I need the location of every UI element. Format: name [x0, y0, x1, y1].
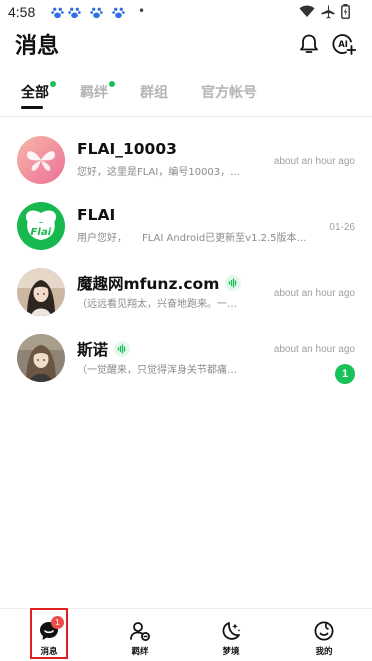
- active-tab-underline: [21, 106, 43, 109]
- voice-wave-icon: [117, 344, 126, 354]
- anime-girl-avatar: [17, 268, 65, 316]
- tab-official-accounts-label: 官方帐号: [201, 85, 257, 101]
- conversation-item[interactable]: Fl ai FLAI 用户您好， FLAI Android已更新至v1.2.5版…: [0, 202, 372, 266]
- avatar: [17, 136, 65, 184]
- conversation-time: about an hour ago: [273, 156, 355, 167]
- add-ai-button[interactable]: AI: [332, 32, 356, 56]
- battery-icon: [341, 4, 350, 19]
- nav-profile[interactable]: 我的: [294, 609, 354, 661]
- page-title: 消息: [15, 34, 60, 59]
- selected-nav-highlight: [30, 608, 68, 659]
- conversation-time: 01-26: [329, 222, 355, 233]
- conversation-name: 斯诺: [77, 338, 131, 360]
- status-bar: 4:58 •: [0, 0, 372, 26]
- conversation-time: about an hour ago: [273, 344, 355, 355]
- conversation-item[interactable]: 斯诺 （一觉醒来，只觉得浑身关节都痛… about an hour ago 1: [0, 334, 372, 398]
- status-time: 4:58: [8, 4, 36, 20]
- paw-icon: [51, 7, 64, 19]
- svg-text:Fl: Fl: [31, 227, 42, 238]
- conversation-preview: （远远看见翔太，兴奋地跑来。一…: [77, 299, 237, 310]
- airplane-icon: [321, 5, 335, 18]
- voice-wave-icon: [229, 278, 237, 288]
- divider: [0, 116, 372, 117]
- status-dot: •: [138, 4, 146, 18]
- ai-add-icon: AI: [332, 34, 356, 55]
- paw-icon: [90, 7, 103, 19]
- conversation-item[interactable]: FLAI_10003 您好，这里是FLAI，编号10003，… about an…: [0, 136, 372, 200]
- nav-bonds-label: 羁绊: [131, 647, 149, 657]
- pink-butterfly-avatar: [17, 136, 65, 184]
- svg-text:ai: ai: [41, 227, 52, 238]
- bell-icon: [300, 34, 318, 53]
- nav-dreams[interactable]: 梦境: [201, 609, 261, 661]
- anime-girl-avatar-2: [17, 334, 65, 382]
- conversation-time: about an hour ago: [273, 288, 355, 299]
- conversation-preview: （一觉醒来，只觉得浑身关节都痛…: [77, 365, 237, 376]
- unread-count-badge: 1: [335, 364, 355, 384]
- nav-dreams-label: 梦境: [222, 647, 240, 657]
- paw-icon: [112, 7, 125, 19]
- tab-bonds-label: 羁绊: [80, 85, 108, 101]
- tab-all[interactable]: 全部: [21, 81, 56, 102]
- avatar: Fl ai: [17, 202, 65, 250]
- avatar: [17, 268, 65, 316]
- conversation-preview: 用户您好， FLAI Android已更新至v1.2.5版本…: [77, 233, 307, 244]
- moon-stars-icon: [222, 622, 241, 640]
- conversation-name: 魔趣网mfunz.com: [77, 272, 242, 294]
- tab-groups[interactable]: 群组: [140, 82, 168, 102]
- profile-circle-icon: [314, 621, 334, 641]
- new-indicator-dot: [109, 81, 115, 87]
- tab-bonds[interactable]: 羁绊: [80, 81, 115, 102]
- notifications-button[interactable]: [297, 32, 321, 56]
- users-icon: [130, 622, 150, 641]
- nav-messages-badge: 1: [51, 616, 64, 629]
- svg-text:AI: AI: [338, 40, 348, 50]
- nav-profile-label: 我的: [315, 647, 333, 657]
- tab-all-label: 全部: [21, 85, 49, 101]
- voice-badge: [225, 275, 242, 291]
- new-indicator-dot: [50, 81, 56, 87]
- tab-groups-label: 群组: [140, 85, 168, 101]
- conversation-item[interactable]: 魔趣网mfunz.com （远远看见翔太，兴奋地跑来。一… about an h…: [0, 268, 372, 332]
- nav-bonds[interactable]: 羁绊: [110, 609, 170, 661]
- wifi-icon: [299, 5, 315, 17]
- paw-icon: [68, 7, 81, 19]
- green-flai-logo-avatar: Fl ai: [17, 202, 65, 250]
- conversation-tabs: 全部 羁绊 群组 官方帐号: [0, 81, 372, 110]
- conversation-name: FLAI_10003: [77, 140, 177, 158]
- conversation-preview: 您好，这里是FLAI，编号10003，…: [77, 167, 241, 178]
- voice-badge: [114, 341, 131, 357]
- avatar: [17, 334, 65, 382]
- tab-official-accounts[interactable]: 官方帐号: [201, 82, 257, 102]
- conversation-name: FLAI: [77, 206, 116, 224]
